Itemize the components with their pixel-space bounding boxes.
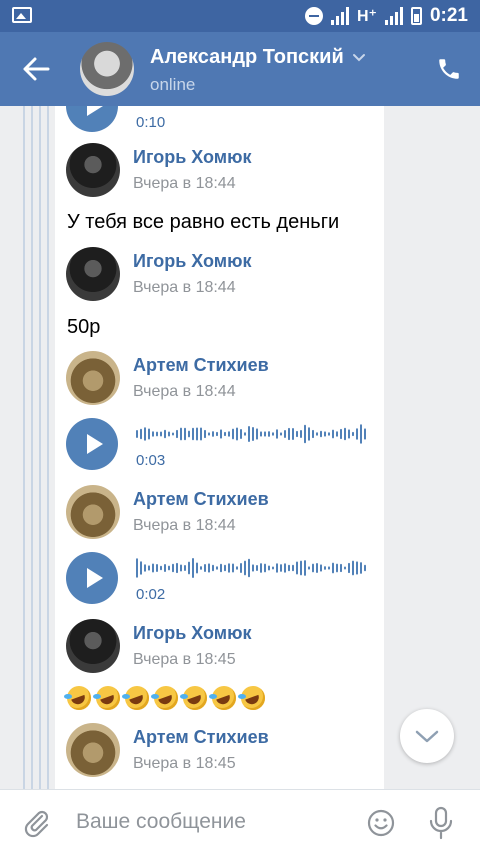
battery-icon bbox=[410, 7, 422, 25]
forward-thread-lines bbox=[23, 106, 53, 790]
avatar[interactable] bbox=[66, 723, 120, 777]
avatar[interactable] bbox=[66, 485, 120, 539]
chevron-down-icon bbox=[352, 53, 365, 61]
voice-message: 0:03 bbox=[66, 418, 376, 472]
message-text: У тебя все равно есть деньги bbox=[67, 211, 340, 233]
scroll-down-icon bbox=[415, 730, 439, 743]
message-time: Вчера в 18:44 bbox=[133, 175, 236, 192]
laughing-emoji-icon bbox=[238, 686, 265, 710]
chat-title-text: Александр Топский bbox=[150, 46, 344, 68]
signal-icon bbox=[330, 7, 349, 25]
message-time: Вчера в 18:44 bbox=[133, 279, 236, 296]
play-icon[interactable] bbox=[66, 552, 118, 604]
author-name[interactable]: Артем Стихиев bbox=[133, 727, 269, 748]
scroll-down-button[interactable] bbox=[400, 709, 454, 763]
message-text: 50р bbox=[67, 316, 101, 338]
voice-duration: 0:02 bbox=[136, 586, 166, 603]
signal-icon bbox=[384, 7, 403, 25]
author-name[interactable]: Игорь Хомюк bbox=[133, 623, 251, 644]
avatar[interactable] bbox=[66, 351, 120, 405]
message-time: Вчера в 18:45 bbox=[133, 755, 236, 772]
chat-title[interactable]: Александр Топский bbox=[150, 46, 366, 69]
play-icon[interactable] bbox=[66, 106, 118, 132]
message-input[interactable] bbox=[76, 804, 356, 840]
author-name[interactable]: Артем Стихиев bbox=[133, 355, 269, 376]
paperclip-icon[interactable] bbox=[22, 808, 52, 838]
author-name[interactable]: Артем Стихиев bbox=[133, 489, 269, 510]
laughing-emoji-icon bbox=[64, 686, 91, 710]
message-list: 0:10 Игорь Хомюк Вчера в 18:44 У тебя вс… bbox=[55, 106, 384, 790]
voice-duration: 0:10 bbox=[136, 114, 166, 131]
voice-message: 0:02 bbox=[66, 552, 376, 606]
author-name[interactable]: Игорь Хомюк bbox=[133, 147, 251, 168]
author-name[interactable]: Игорь Хомюк bbox=[133, 251, 251, 272]
laughing-emoji-icon bbox=[122, 686, 149, 710]
gallery-icon bbox=[12, 7, 32, 23]
message-time: Вчера в 18:44 bbox=[133, 383, 236, 400]
chat-header: Александр Топский online bbox=[0, 32, 480, 106]
avatar[interactable] bbox=[66, 619, 120, 673]
laughing-emoji-icon bbox=[151, 686, 178, 710]
status-icons: H⁺ 0:21 bbox=[304, 0, 468, 32]
avatar[interactable] bbox=[80, 42, 134, 96]
avatar[interactable] bbox=[66, 143, 120, 197]
phone-icon[interactable] bbox=[436, 56, 462, 82]
online-status: online bbox=[150, 75, 196, 94]
voice-waveform[interactable] bbox=[136, 556, 368, 580]
play-icon[interactable] bbox=[66, 418, 118, 470]
emoji-message bbox=[64, 686, 265, 710]
laughing-emoji-icon bbox=[209, 686, 236, 710]
voice-duration: 0:03 bbox=[136, 452, 166, 469]
network-type: H⁺ bbox=[356, 8, 377, 25]
microphone-icon[interactable] bbox=[428, 806, 454, 840]
avatar[interactable] bbox=[66, 247, 120, 301]
laughing-emoji-icon bbox=[180, 686, 207, 710]
back-arrow-icon[interactable] bbox=[22, 56, 50, 82]
message-composer bbox=[0, 789, 480, 855]
clock: 0:21 bbox=[429, 5, 468, 26]
status-bar: H⁺ 0:21 bbox=[0, 0, 480, 32]
laughing-emoji-icon bbox=[93, 686, 120, 710]
voice-waveform[interactable] bbox=[136, 422, 368, 446]
message-time: Вчера в 18:45 bbox=[133, 651, 236, 668]
smile-icon[interactable] bbox=[366, 808, 396, 838]
message-time: Вчера в 18:44 bbox=[133, 517, 236, 534]
voice-message: 0:10 bbox=[66, 106, 376, 134]
do-not-disturb-icon bbox=[304, 7, 323, 25]
